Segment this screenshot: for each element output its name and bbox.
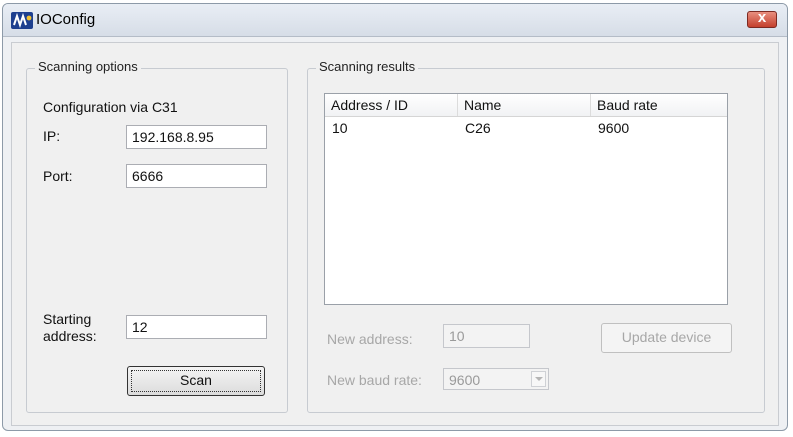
table-row[interactable]: 10 C26 9600 — [325, 118, 727, 138]
new-baud-rate-label: New baud rate: — [327, 372, 422, 388]
port-label: Port: — [43, 168, 73, 184]
results-list-header: Address / ID Name Baud rate — [325, 94, 727, 117]
ip-input[interactable]: 192.168.8.95 — [126, 125, 267, 149]
update-device-label: Update device — [621, 329, 712, 345]
row-address: 10 — [332, 120, 348, 136]
column-name[interactable]: Name — [458, 94, 591, 116]
scanning-options-group: Scanning options Configuration via C31 I… — [26, 59, 288, 413]
scanning-results-group: Scanning results Address / ID Name Baud … — [307, 59, 765, 413]
scan-button[interactable]: Scan — [127, 366, 265, 396]
dialog-client-area: Scanning options Configuration via C31 I… — [11, 42, 779, 426]
new-baud-rate-value: 9600 — [449, 372, 481, 388]
ip-label: IP: — [43, 128, 61, 144]
column-address-id[interactable]: Address / ID — [325, 94, 458, 116]
ioconfig-app-icon — [11, 12, 33, 29]
close-icon: x — [757, 9, 767, 26]
starting-label-line1: Starting — [43, 311, 92, 327]
scanning-options-legend: Scanning options — [35, 59, 141, 74]
close-button[interactable]: x — [747, 9, 777, 28]
starting-label-line2: address: — [43, 328, 97, 344]
port-input[interactable]: 6666 — [126, 164, 267, 188]
ioconfig-window: IOConfig x Scanning options Configuratio… — [2, 3, 788, 431]
new-address-label: New address: — [327, 331, 413, 347]
starting-address-label: Starting address: — [43, 311, 97, 345]
row-name: C26 — [465, 120, 491, 136]
scan-button-label: Scan — [180, 372, 212, 388]
window-title: IOConfig — [36, 11, 96, 28]
row-baud: 9600 — [598, 120, 630, 136]
results-list[interactable]: Address / ID Name Baud rate 10 C26 9600 — [324, 93, 728, 305]
scanning-results-legend: Scanning results — [316, 59, 419, 74]
title-bar[interactable]: IOConfig x — [3, 4, 787, 37]
column-baud-rate[interactable]: Baud rate — [591, 94, 727, 116]
new-baud-rate-select[interactable]: 9600 — [443, 368, 549, 390]
update-device-button[interactable]: Update device — [601, 323, 732, 353]
configuration-label: Configuration via C31 — [43, 99, 178, 115]
new-address-input[interactable]: 10 — [443, 324, 530, 348]
chevron-down-icon[interactable] — [531, 371, 546, 387]
starting-address-input[interactable]: 12 — [126, 315, 267, 339]
